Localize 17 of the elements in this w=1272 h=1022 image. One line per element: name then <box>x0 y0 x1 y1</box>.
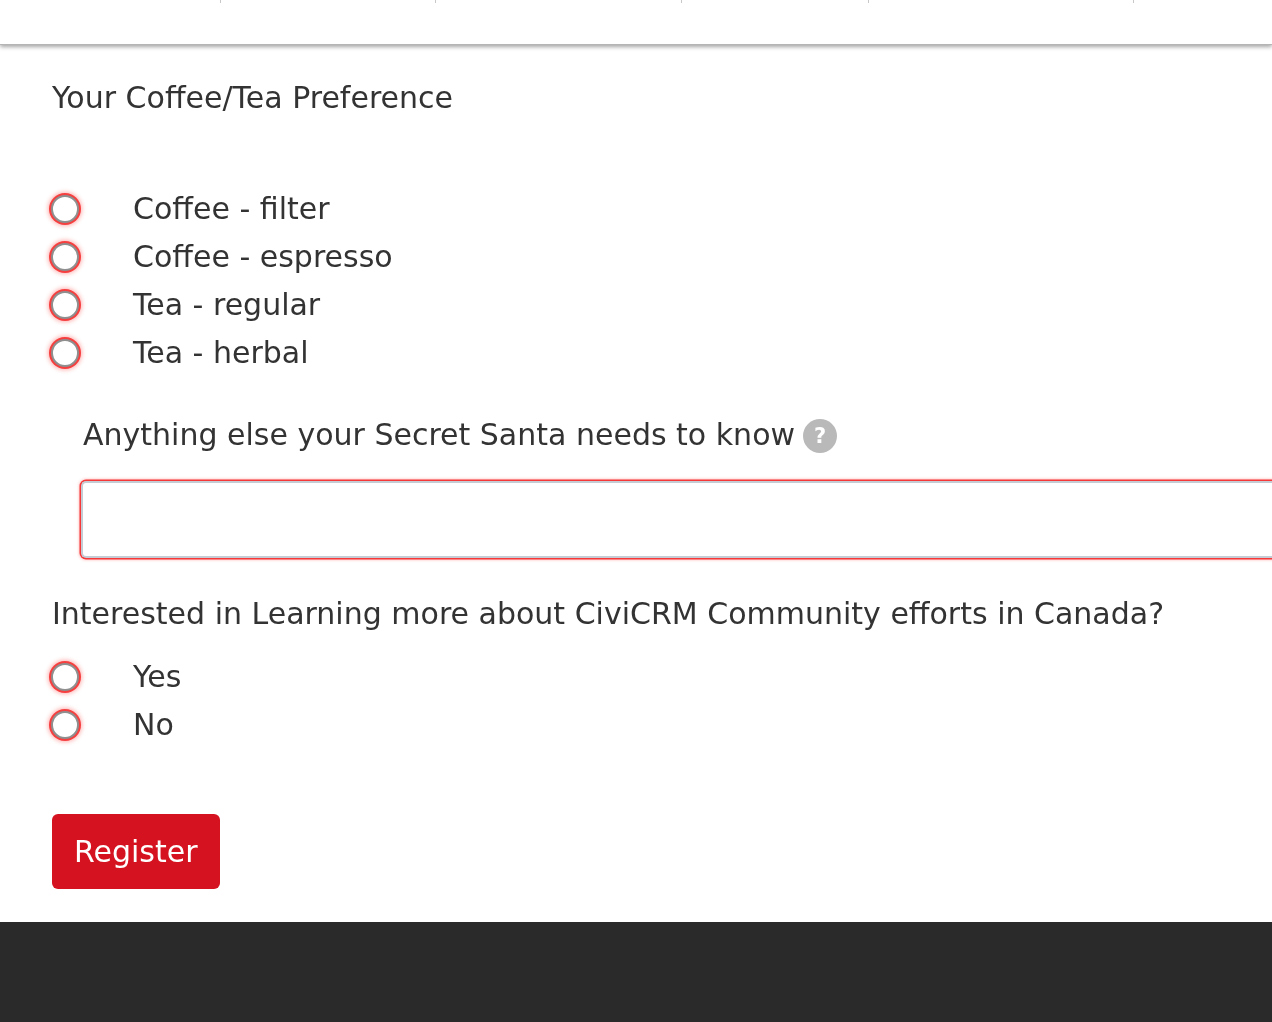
radio-button[interactable] <box>51 243 79 271</box>
option-label[interactable]: Coffee - filter <box>133 187 330 231</box>
field-label: Anything else your Secret Santa needs to know <box>83 416 796 454</box>
radio-button[interactable] <box>51 195 79 223</box>
option-label[interactable]: Yes <box>133 655 182 699</box>
option-label[interactable]: Coffee - espresso <box>133 235 393 279</box>
question-label: Interested in Learning more about CiviCRM Community efforts in Canada? <box>52 595 1165 633</box>
radio-button[interactable] <box>51 711 79 739</box>
radio-button[interactable] <box>51 339 79 367</box>
register-button[interactable]: Register <box>52 814 220 889</box>
option-label[interactable]: Tea - herbal <box>133 331 309 375</box>
option-label[interactable]: No <box>133 703 174 747</box>
radio-button[interactable] <box>51 291 79 319</box>
radio-button[interactable] <box>51 663 79 691</box>
text-field[interactable] <box>81 481 1272 558</box>
question-label: Your Coffee/Tea Preference <box>52 79 453 117</box>
option-label[interactable]: Tea - regular <box>133 283 321 327</box>
